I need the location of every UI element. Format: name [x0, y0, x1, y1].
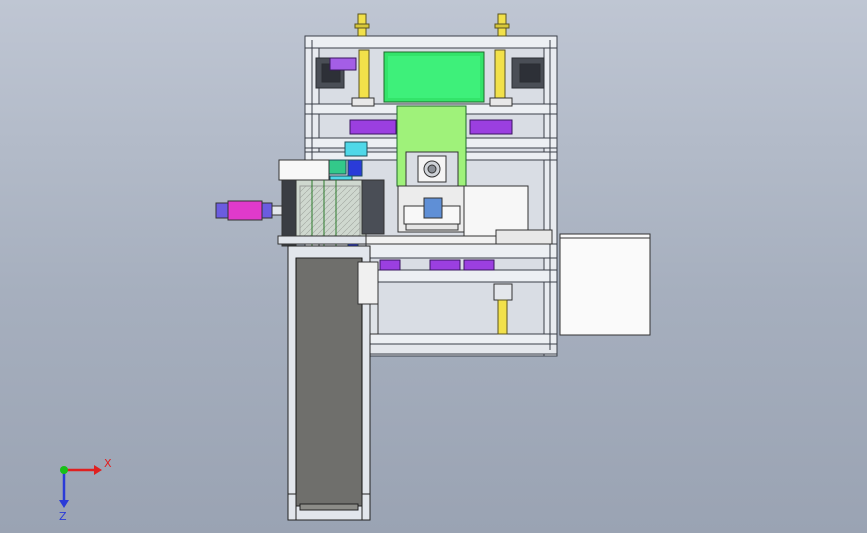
z-axis-arrow — [59, 500, 69, 508]
x-axis-arrow — [94, 465, 102, 475]
x-axis-label: X — [104, 457, 112, 470]
top-green-plate — [383, 51, 485, 103]
axis-triad: X Z — [59, 457, 112, 523]
left-servo-motor — [215, 200, 283, 221]
motor-housing — [397, 185, 467, 233]
cad-viewport[interactable]: X Z — [0, 0, 867, 533]
machine-assembly-drawing: X Z — [59, 13, 651, 523]
z-axis-label: Z — [59, 510, 67, 523]
central-green-carriage — [396, 105, 467, 187]
axis-origin-icon — [60, 466, 68, 474]
right-extension-box — [559, 233, 651, 336]
